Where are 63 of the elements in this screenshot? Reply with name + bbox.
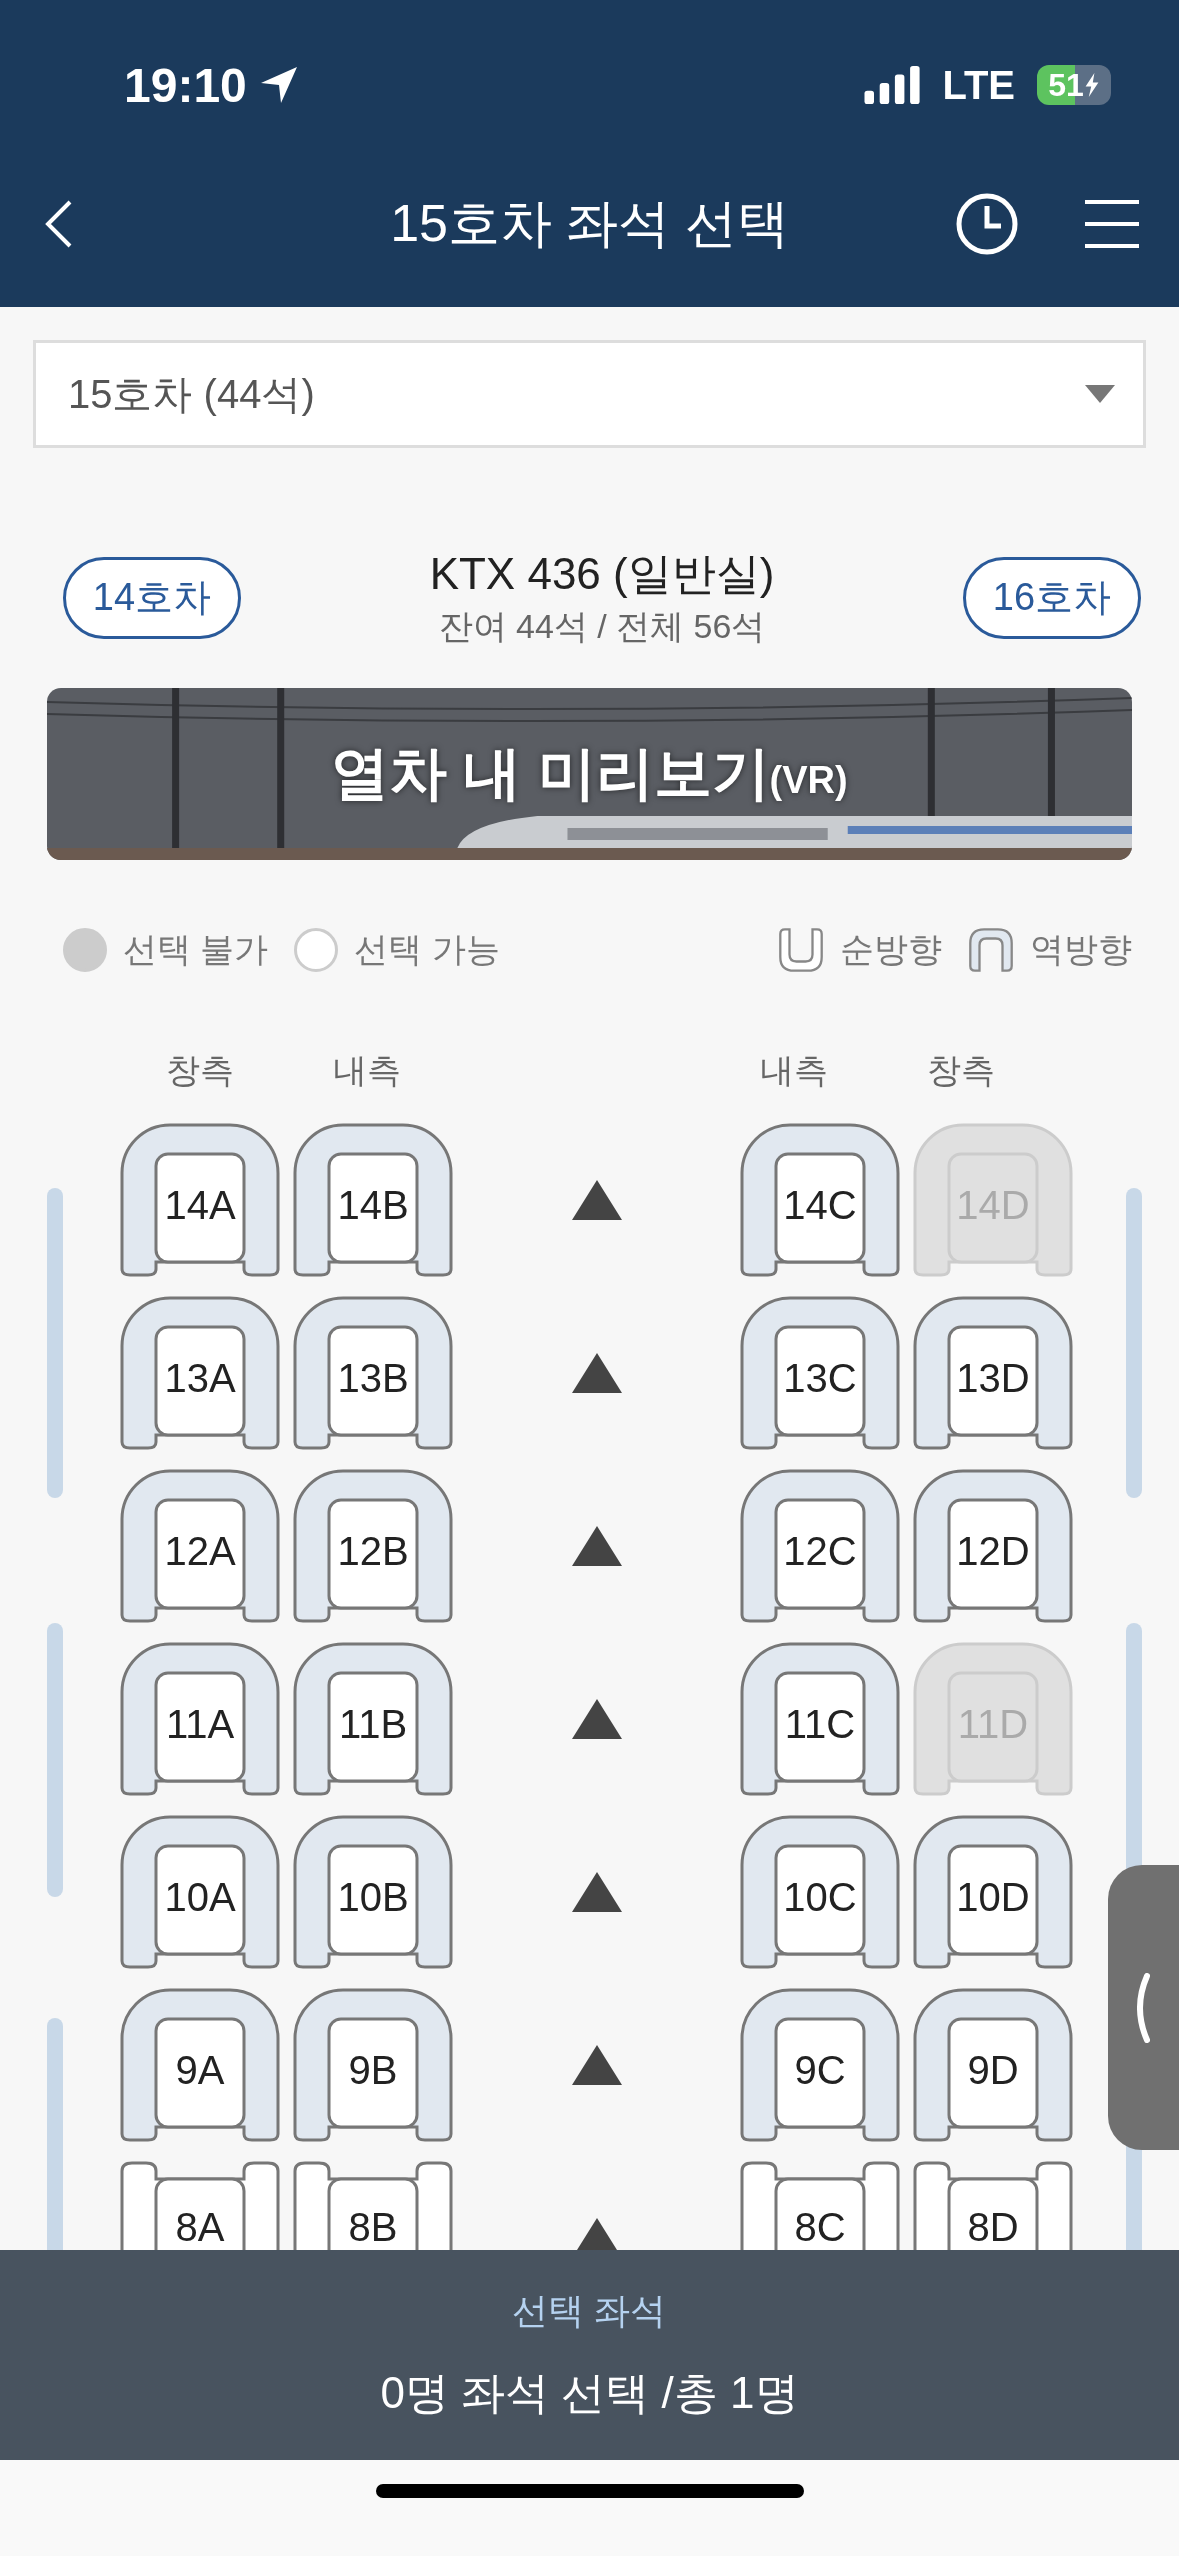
side-drawer-handle[interactable] (1108, 1865, 1179, 2150)
seat-button[interactable]: 10B (293, 1815, 453, 1969)
seat-button[interactable]: 11B (293, 1642, 453, 1796)
up-arrow-icon (571, 1872, 622, 1912)
dropdown-caret-icon (1085, 385, 1115, 403)
seat-button[interactable]: 8D (913, 2161, 1073, 2250)
seat-button[interactable]: 11A (120, 1642, 280, 1796)
status-time: 19:10 (124, 57, 247, 113)
column-label: 창측 (165, 1050, 235, 1091)
column-label: 내측 (759, 1050, 829, 1091)
chevron-left-icon (1137, 1972, 1150, 2043)
legend-label: 역방향 (1030, 929, 1132, 970)
seat-button[interactable]: 12A (120, 1469, 280, 1623)
column-label: 창측 (925, 1050, 996, 1091)
up-arrow-icon (571, 1353, 622, 1393)
train-name: KTX 436 (일반실) (429, 548, 775, 600)
up-arrow-icon (571, 1526, 622, 1566)
legend-label: 순방향 (840, 929, 942, 970)
available-dot-icon (294, 928, 339, 972)
panel-title: 선택 좌석 (512, 2289, 667, 2333)
previous-car-button[interactable]: 14호차 (63, 556, 241, 639)
unavailable-dot-icon (63, 928, 107, 972)
seat-button[interactable]: 9B (293, 1988, 453, 2142)
seat-button[interactable]: 12B (293, 1469, 453, 1623)
column-label: 내측 (331, 1050, 402, 1091)
seat-button[interactable]: 8C (740, 2161, 900, 2250)
up-arrow-icon (571, 1699, 622, 1739)
seat-button[interactable]: 12D (913, 1469, 1073, 1623)
reverse-seat-icon (968, 927, 1014, 973)
menu-icon[interactable] (1085, 198, 1139, 249)
seat-button[interactable]: 13B (293, 1296, 453, 1450)
seat-button[interactable]: 10D (913, 1815, 1073, 1969)
seat-button[interactable]: 14A (120, 1123, 280, 1277)
back-icon[interactable] (44, 198, 74, 249)
seat-button[interactable]: 12C (740, 1469, 900, 1623)
up-arrow-icon (571, 2045, 622, 2085)
selection-summary: 0명 좌석 선택 /총 1명 (380, 2367, 799, 2419)
seat-button[interactable]: 9D (913, 1988, 1073, 2142)
seat-button[interactable]: 13D (913, 1296, 1073, 1450)
forward-seat-icon (778, 927, 824, 973)
seat-button[interactable]: 14B (293, 1123, 453, 1277)
network-label: LTE (942, 62, 1015, 108)
car-select-field[interactable]: 15호차 (44석) (33, 340, 1146, 448)
battery-icon: 51 (1037, 65, 1111, 105)
seat-button[interactable]: 13C (740, 1296, 900, 1450)
vr-preview-banner[interactable]: 열차 내 미리보기(VR) (47, 688, 1132, 860)
legend-label: 선택 가능 (354, 929, 500, 970)
seat-button[interactable]: 8B (293, 2161, 453, 2250)
seat-button[interactable]: 13A (120, 1296, 280, 1450)
seat-button[interactable]: 11C (740, 1642, 900, 1796)
seat-count: 잔여 44석 / 전체 56석 (438, 606, 766, 647)
seat-button[interactable]: 10A (120, 1815, 280, 1969)
seat-button[interactable]: 9A (120, 1988, 280, 2142)
clock-icon[interactable] (955, 191, 1019, 256)
legend-label: 선택 불가 (123, 929, 269, 970)
up-arrow-icon (571, 1180, 622, 1220)
next-car-button[interactable]: 16호차 (963, 556, 1141, 639)
seat-button[interactable]: 9C (740, 1988, 900, 2142)
seat-button[interactable]: 14C (740, 1123, 900, 1277)
seat-button[interactable]: 8A (120, 2161, 280, 2250)
signal-icon (864, 66, 923, 104)
seat-button[interactable]: 10C (740, 1815, 900, 1969)
page-title: 15호차 좌석 선택 (389, 192, 790, 254)
